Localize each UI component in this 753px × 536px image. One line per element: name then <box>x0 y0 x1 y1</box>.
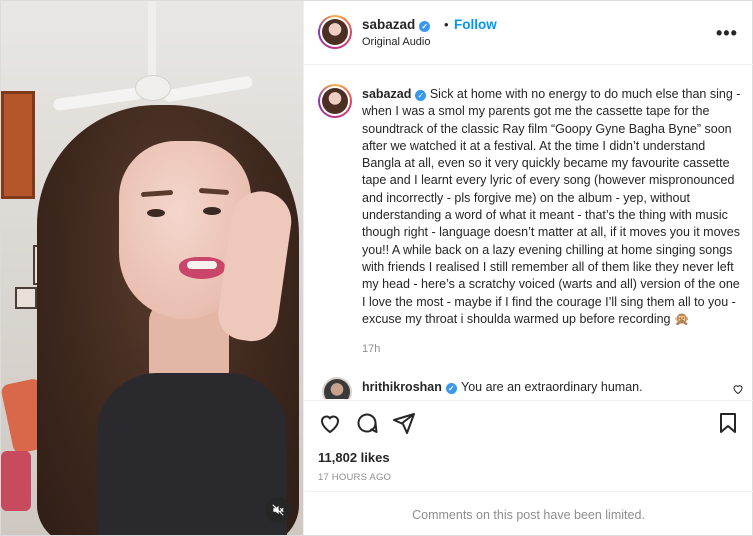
bookmark-icon[interactable] <box>716 411 740 435</box>
comment-item: hrithikroshan ✓ You are an extraordinary … <box>318 377 748 399</box>
caption-text: Sick at home with no energy to do much e… <box>362 87 741 326</box>
comments-limited-notice: Comments on this post have been limited. <box>412 508 645 522</box>
person-shirt <box>97 373 287 535</box>
speaker-muted-icon <box>272 504 284 516</box>
username-link[interactable]: sabazad ✓ <box>362 17 431 32</box>
mouth <box>179 257 225 279</box>
comment-text: You are an extraordinary human. <box>461 380 643 394</box>
like-count[interactable]: 11,802 likes <box>318 450 390 465</box>
verified-badge-icon: ✓ <box>415 90 427 101</box>
ceiling-fan-rod <box>148 1 156 77</box>
caption-timestamp[interactable]: 17h <box>362 343 380 355</box>
verified-badge-icon: ✓ <box>419 21 431 32</box>
ceiling-fan-hub <box>135 75 171 101</box>
eye <box>203 207 221 215</box>
post-panel: sabazad ✓ • Follow Original Audio ••• sab… <box>303 1 753 535</box>
comments-section[interactable]: sabazad ✓ Sick at home with no energy to … <box>304 66 753 399</box>
caption-avatar[interactable] <box>318 84 352 118</box>
comment-like-heart-icon[interactable] <box>732 383 744 395</box>
mute-button[interactable] <box>265 497 291 523</box>
caption-username[interactable]: sabazad <box>362 87 411 101</box>
comment-username[interactable]: hrithikroshan ✓ <box>362 380 457 394</box>
action-bar <box>304 400 753 446</box>
post-timestamp[interactable]: 17 HOURS AGO <box>318 472 391 483</box>
separator-dot: • <box>444 17 449 32</box>
verified-badge-icon: ✓ <box>445 383 457 394</box>
eye <box>147 209 165 217</box>
comment-limited-bar: Comments on this post have been limited. <box>304 491 753 535</box>
comment-icon[interactable] <box>355 411 379 435</box>
cushion <box>1 451 31 511</box>
post-caption: sabazad ✓ Sick at home with no energy to … <box>362 86 742 328</box>
post-header: sabazad ✓ • Follow Original Audio ••• <box>304 1 753 65</box>
wall-shelf <box>1 91 35 199</box>
comment-avatar[interactable] <box>322 377 352 399</box>
heart-icon[interactable] <box>318 411 342 435</box>
post-dialog: sabazad ✓ • Follow Original Audio ••• sab… <box>0 0 753 536</box>
more-options-icon[interactable]: ••• <box>716 23 738 44</box>
video-player[interactable] <box>1 1 303 535</box>
follow-button[interactable]: Follow <box>454 17 497 32</box>
avatar[interactable] <box>318 15 352 49</box>
share-icon[interactable] <box>392 411 416 435</box>
wall-frame <box>15 287 37 309</box>
audio-link[interactable]: Original Audio <box>362 36 431 48</box>
